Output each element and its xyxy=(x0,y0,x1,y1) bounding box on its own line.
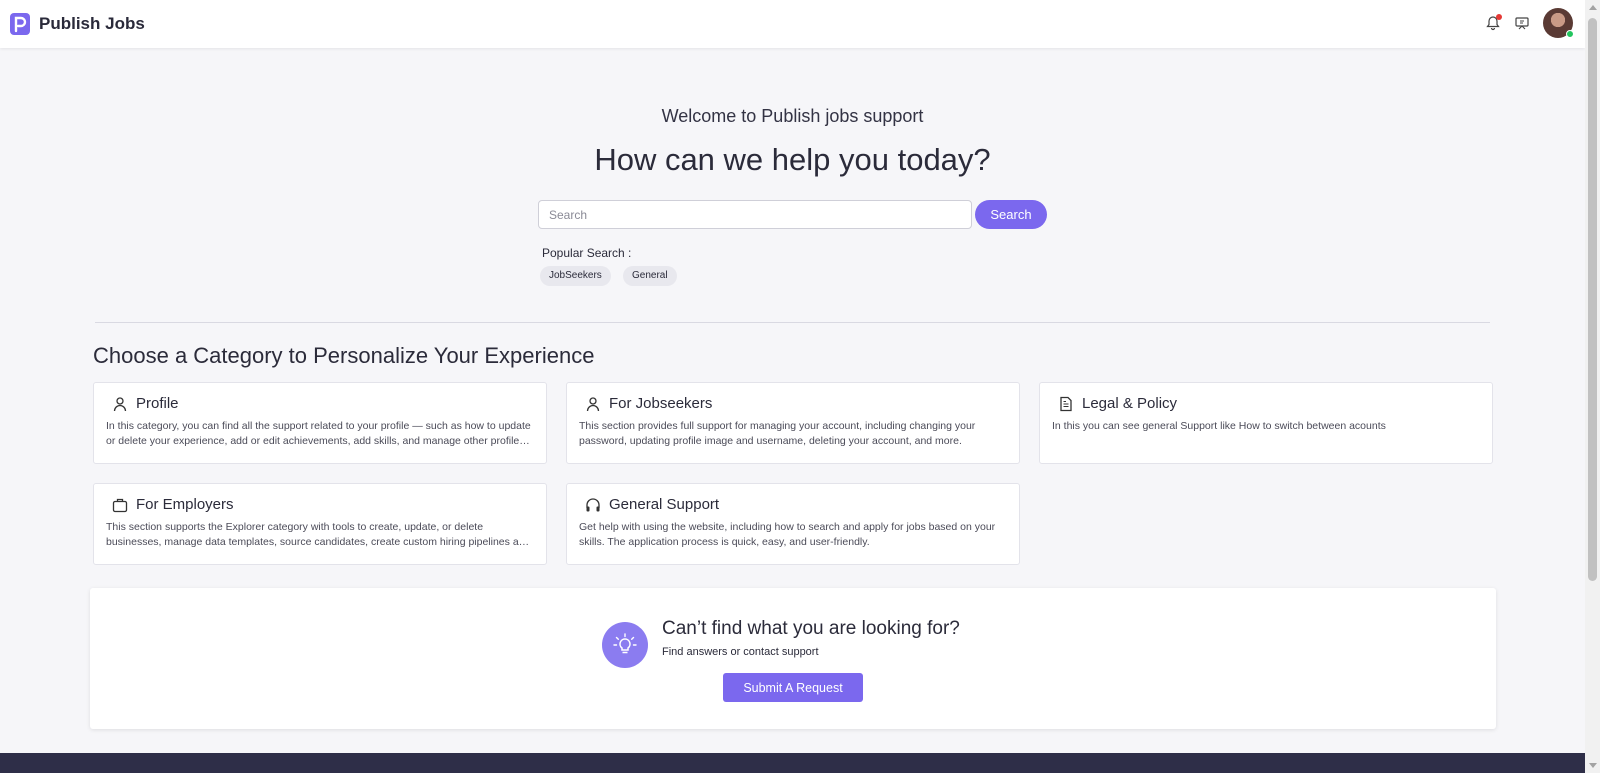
presentation-icon[interactable] xyxy=(1512,13,1532,33)
footer xyxy=(0,753,1585,773)
category-description: In this category, you can find all the s… xyxy=(106,420,531,447)
help-panel: Can’t find what you are looking for? Fin… xyxy=(90,588,1496,729)
logo-icon xyxy=(10,13,30,35)
page-scrollbar[interactable] xyxy=(1585,0,1600,773)
top-navbar: Publish Jobs xyxy=(0,0,1585,48)
briefcase-icon xyxy=(112,498,128,512)
category-card-general-support[interactable]: General Support Get help with using the … xyxy=(566,483,1020,565)
section-divider xyxy=(95,322,1490,323)
submit-request-button[interactable]: Submit A Request xyxy=(723,673,863,702)
category-title: Legal & Policy xyxy=(1082,395,1178,412)
person-icon xyxy=(113,396,127,411)
scrollbar-thumb[interactable] xyxy=(1588,18,1597,581)
app-title: Publish Jobs xyxy=(39,14,145,33)
search-input[interactable] xyxy=(538,200,972,229)
category-title: Profile xyxy=(136,395,179,412)
scroll-down-arrow-icon[interactable] xyxy=(1589,763,1597,768)
category-card-legal-policy[interactable]: Legal & Policy In this you can see gener… xyxy=(1039,382,1493,464)
category-description: In this you can see general Support like… xyxy=(1052,420,1386,432)
category-card-jobseekers[interactable]: For Jobseekers This section provides ful… xyxy=(566,382,1020,464)
help-subtitle: Find answers or contact support xyxy=(662,646,819,658)
online-status-dot xyxy=(1566,30,1574,38)
search-button[interactable]: Search xyxy=(975,200,1047,229)
category-card-employers[interactable]: For Employers This section supports the … xyxy=(93,483,547,565)
popular-search-label: Popular Search : xyxy=(542,246,632,260)
page-title: How can we help you today? xyxy=(594,142,991,177)
category-section-title: Choose a Category to Personalize Your Ex… xyxy=(93,343,595,368)
avatar[interactable] xyxy=(1543,8,1574,38)
category-title: For Employers xyxy=(136,496,234,513)
headphones-icon xyxy=(586,497,600,511)
notification-bell-icon[interactable] xyxy=(1483,13,1503,33)
category-description: This section supports the Explorer categ… xyxy=(106,521,531,548)
document-icon xyxy=(1060,396,1072,411)
category-description: This section provides full support for m… xyxy=(579,420,976,447)
category-title: For Jobseekers xyxy=(609,395,713,412)
welcome-text: Welcome to Publish jobs support xyxy=(661,106,924,126)
category-title: General Support xyxy=(609,496,720,513)
person-icon xyxy=(586,396,600,411)
category-description: Get help with using the website, includi… xyxy=(579,521,996,548)
help-title: Can’t find what you are looking for? xyxy=(662,618,960,639)
logo[interactable]: Publish Jobs xyxy=(9,12,145,36)
popular-tag-jobseekers[interactable]: JobSeekers xyxy=(540,266,611,286)
category-card-profile[interactable]: Profile In this category, you can find a… xyxy=(93,382,547,464)
notification-dot xyxy=(1496,14,1502,20)
popular-tag-general[interactable]: General xyxy=(623,266,677,286)
scroll-up-arrow-icon[interactable] xyxy=(1589,5,1597,10)
lightbulb-icon xyxy=(602,622,648,668)
